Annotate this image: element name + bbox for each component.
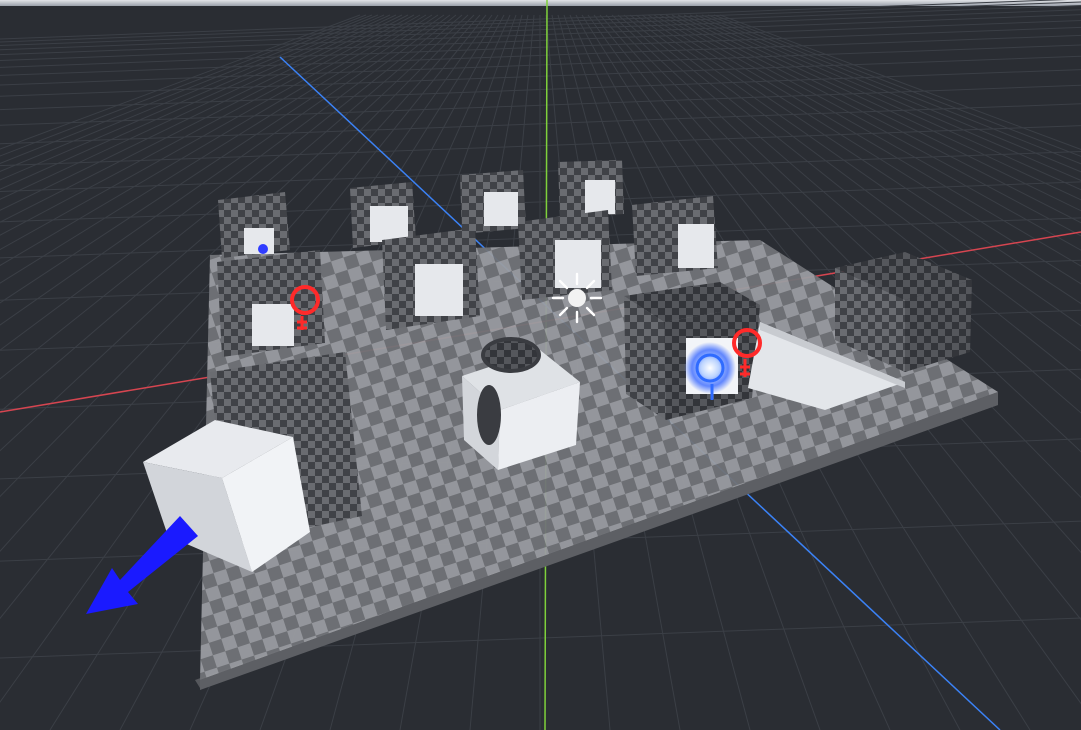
lightbulb-icon[interactable]: [258, 244, 268, 254]
checker-cube[interactable]: [218, 192, 290, 258]
sun-icon[interactable]: [551, 272, 603, 324]
scene-canvas[interactable]: [0, 0, 1081, 730]
checker-cube-with-opening[interactable]: [217, 250, 325, 357]
checker-cube[interactable]: [460, 170, 526, 234]
spotlight-direction-arrow-icon[interactable]: [86, 516, 198, 614]
checker-cube[interactable]: [558, 160, 624, 218]
3d-viewport[interactable]: [0, 0, 1081, 730]
checker-cube[interactable]: [632, 196, 718, 276]
checker-cube[interactable]: [382, 228, 480, 330]
